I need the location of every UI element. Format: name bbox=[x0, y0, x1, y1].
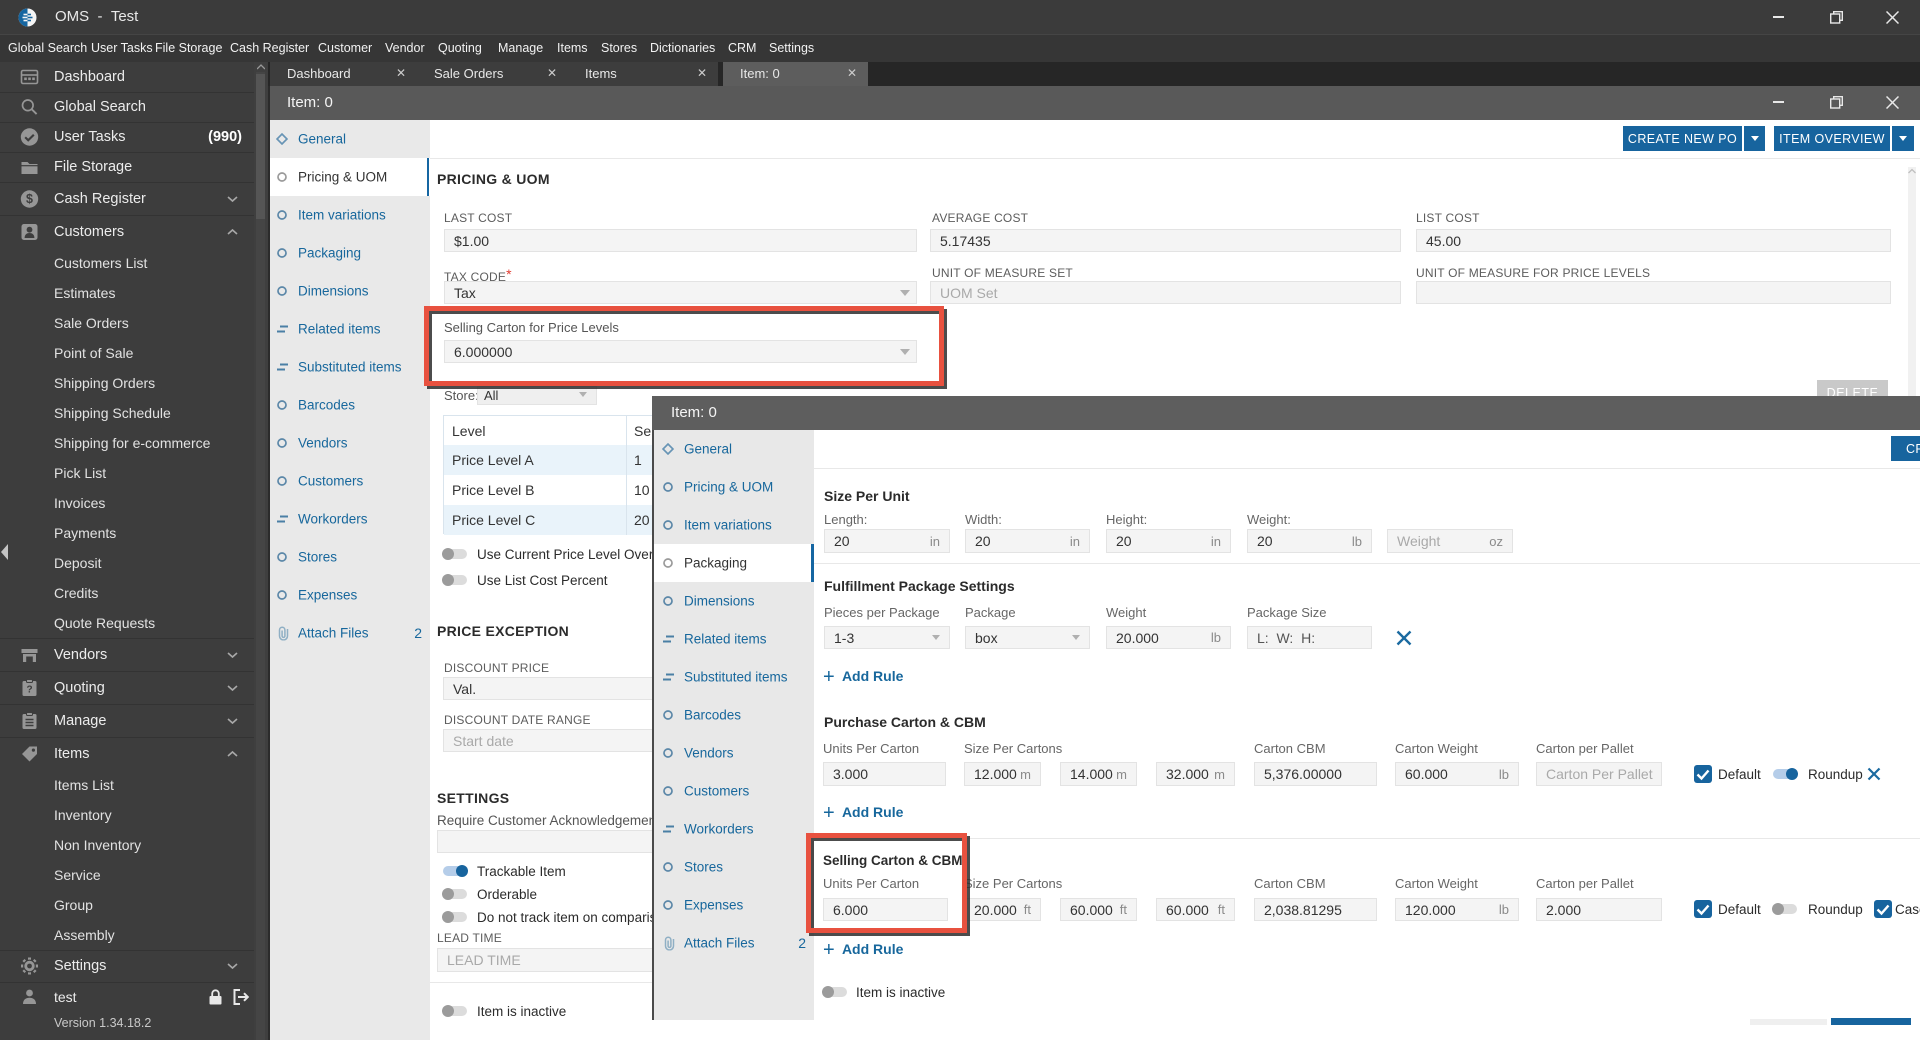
svg-text:$: $ bbox=[26, 192, 33, 206]
svg-text:?: ? bbox=[26, 684, 32, 695]
